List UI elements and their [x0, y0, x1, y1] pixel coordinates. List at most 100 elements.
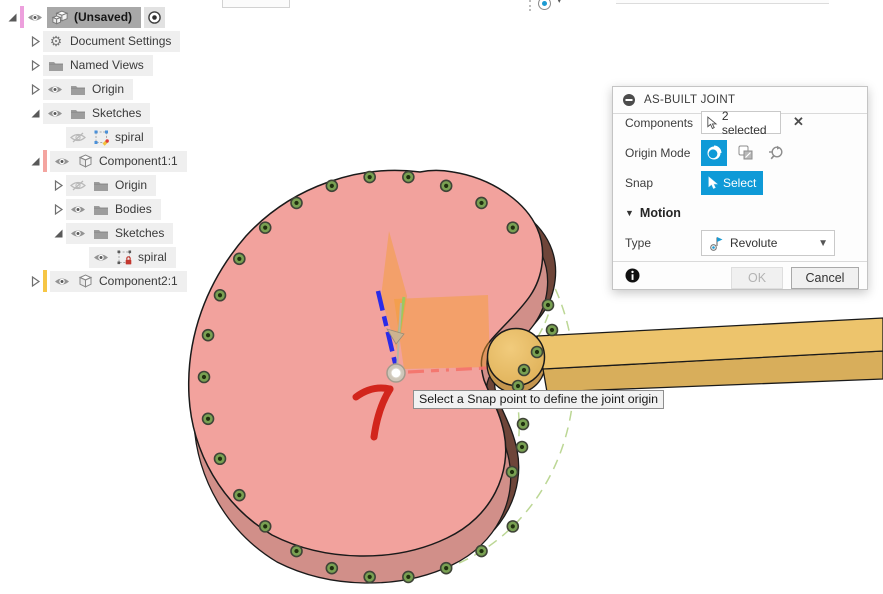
origin-mode-simple-button[interactable] [701, 140, 727, 166]
snap-point-dot[interactable] [291, 546, 302, 557]
snap-point-dot[interactable] [260, 222, 271, 233]
joint-origin-center[interactable] [391, 368, 401, 378]
tree-row-spiral[interactable]: spiral [50, 125, 187, 149]
expander-expanded-icon[interactable] [5, 10, 19, 24]
snap-point-dot[interactable] [543, 300, 554, 311]
expander-collapsed-icon[interactable] [51, 178, 65, 192]
snap-point-dot[interactable] [199, 372, 210, 383]
eye-visible-icon[interactable] [47, 84, 63, 95]
snap-point-dot[interactable] [518, 419, 529, 430]
gear-icon: ⚙ [50, 34, 63, 48]
toolbar-fragment-left [222, 0, 290, 8]
folder-icon [93, 203, 109, 216]
activate-component-button[interactable] [144, 7, 165, 28]
snap-point-dot[interactable] [234, 490, 245, 501]
assembly-document-icon [51, 9, 69, 26]
snap-point-dot[interactable] [532, 347, 543, 358]
on-face-icon [767, 144, 785, 162]
eye-visible-icon[interactable] [93, 252, 109, 263]
snap-point-dot[interactable] [547, 325, 558, 336]
ok-button[interactable]: OK [731, 267, 783, 289]
tree-row--unsaved-[interactable]: (Unsaved) [4, 5, 187, 29]
snap-point-dot[interactable] [507, 222, 518, 233]
tree-row-named-views[interactable]: Named Views [27, 53, 187, 77]
snap-point-dot[interactable] [234, 253, 245, 264]
simple-origin-icon [705, 144, 723, 162]
component-color-bar [20, 6, 24, 28]
snap-point-dot[interactable] [519, 365, 530, 376]
tree-item-label: Sketches [92, 106, 141, 120]
tree-row-component2-1[interactable]: Component2:1 [27, 269, 187, 293]
snap-point-dot[interactable] [476, 546, 487, 557]
snap-point-dot[interactable] [507, 521, 518, 532]
component-color-bar [43, 150, 47, 172]
expander-expanded-icon[interactable] [28, 106, 42, 120]
snap-point-dot[interactable] [260, 521, 271, 532]
expander-collapsed-icon[interactable] [28, 58, 42, 72]
expander-expanded-icon[interactable] [28, 154, 42, 168]
snap-point-dot[interactable] [364, 571, 375, 582]
tree-row-spiral[interactable]: spiral [73, 245, 187, 269]
eye-visible-icon[interactable] [70, 228, 86, 239]
component-cube-icon [77, 273, 94, 289]
as-built-joint-dialog: AS-BUILT JOINT Components 2 selected ✕ O… [612, 86, 868, 290]
tree-row-bodies[interactable]: Bodies [50, 197, 187, 221]
snap-point-dot[interactable] [476, 197, 487, 208]
snap-point-dot[interactable] [291, 197, 302, 208]
tree-row-component1-1[interactable]: Component1:1 [27, 149, 187, 173]
type-label: Type [625, 236, 651, 250]
eye-visible-icon[interactable] [54, 156, 70, 167]
activate-component-icon[interactable] [147, 10, 162, 25]
eye-hidden-icon[interactable] [70, 180, 86, 191]
snap-point-dot[interactable] [507, 467, 518, 478]
expander-collapsed-icon[interactable] [28, 274, 42, 288]
expander-collapsed-icon[interactable] [28, 34, 42, 48]
tree-item-label: Component1:1 [99, 154, 178, 168]
tree-row-document-settings[interactable]: ⚙Document Settings [27, 29, 187, 53]
collapse-icon[interactable] [622, 93, 636, 107]
components-selection-button[interactable]: 2 selected [701, 111, 781, 134]
expander-expanded-icon[interactable] [51, 226, 65, 240]
tree-row-sketches[interactable]: Sketches [50, 221, 187, 245]
clear-selection-icon[interactable]: ✕ [793, 114, 804, 130]
snap-point-dot[interactable] [214, 290, 225, 301]
info-icon[interactable] [625, 268, 640, 283]
tree-row-origin[interactable]: Origin [50, 173, 187, 197]
folder-icon [48, 59, 64, 72]
origin-mode-between-faces-button[interactable] [733, 140, 759, 166]
motion-type-dropdown[interactable]: Revolute ▼ [701, 230, 835, 256]
dropdown-caret-icon[interactable]: ▾ [557, 0, 562, 6]
expander-collapsed-icon[interactable] [51, 202, 65, 216]
snap-select-button[interactable]: Select [701, 171, 763, 195]
snap-point-dot[interactable] [203, 330, 214, 341]
tree-item-label: Origin [115, 178, 147, 192]
cursor-icon [707, 176, 719, 190]
cancel-button[interactable]: Cancel [791, 267, 859, 289]
snap-point-dot[interactable] [326, 563, 337, 574]
eye-visible-icon[interactable] [70, 204, 86, 215]
record-circle-icon[interactable] [538, 0, 551, 10]
snap-point-dot[interactable] [203, 413, 214, 424]
snap-point-dot[interactable] [441, 563, 452, 574]
eye-hidden-icon[interactable] [70, 132, 86, 143]
snap-point-dot[interactable] [517, 442, 528, 453]
eye-visible-icon[interactable] [27, 12, 43, 23]
origin-mode-label: Origin Mode [625, 146, 690, 160]
snap-point-dot[interactable] [403, 172, 414, 183]
motion-section-header[interactable]: ▼ Motion [625, 206, 681, 220]
tree-row-sketches[interactable]: Sketches [27, 101, 187, 125]
dialog-title: AS-BUILT JOINT [644, 94, 735, 106]
folder-icon [70, 83, 86, 96]
snap-point-dot[interactable] [364, 172, 375, 183]
eye-visible-icon[interactable] [47, 108, 63, 119]
eye-visible-icon[interactable] [54, 276, 70, 287]
snap-point-dot[interactable] [441, 180, 452, 191]
origin-mode-simple-on-face-button[interactable] [763, 140, 789, 166]
expander-collapsed-icon[interactable] [28, 82, 42, 96]
dialog-footer: OK Cancel [613, 261, 867, 289]
snap-point-dot[interactable] [214, 453, 225, 464]
snap-point-dot[interactable] [403, 571, 414, 582]
snap-point-dot[interactable] [326, 180, 337, 191]
tree-row-origin[interactable]: Origin [27, 77, 187, 101]
tree-item-label: spiral [138, 250, 167, 264]
